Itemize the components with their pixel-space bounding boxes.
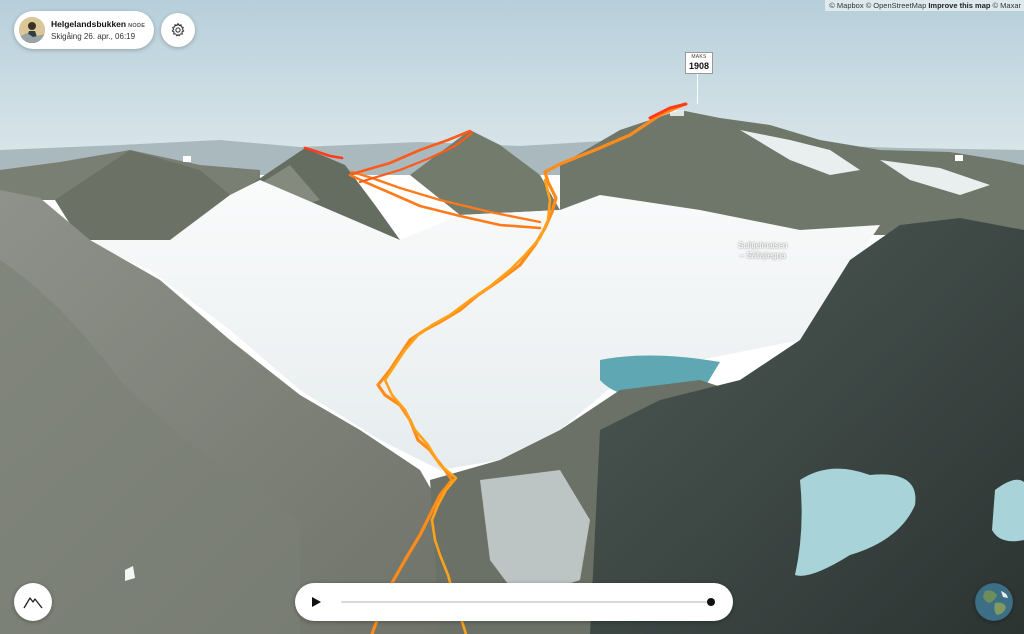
attribution-osm[interactable]: © OpenStreetMap	[866, 1, 927, 10]
glacier-place-label: Sulitjelmaisen – Sállajiegŋa	[738, 241, 788, 260]
activity-title: Helgelandsbukken NODE	[51, 19, 146, 29]
peak-max-marker[interactable]: MAKS 1908	[685, 52, 713, 74]
activity-card[interactable]: Helgelandsbukken NODE Skigåing 26. apr., …	[14, 11, 154, 49]
peak-max-value: 1908	[688, 61, 710, 71]
globe-button[interactable]	[975, 583, 1013, 621]
playback-track[interactable]	[341, 601, 711, 603]
playback-scrubber[interactable]	[707, 598, 715, 606]
3d-terrain-map[interactable]	[0, 0, 1024, 634]
activity-subtitle: Skigåing 26. apr., 06:19	[51, 32, 136, 41]
attribution-mapbox[interactable]: © Mapbox	[829, 1, 863, 10]
node-badge: NODE	[128, 23, 146, 29]
mountain-photo-avatar	[19, 17, 45, 43]
elevation-profile-icon	[23, 597, 43, 609]
play-icon[interactable]	[309, 595, 323, 609]
peak-marker-pole	[697, 74, 698, 104]
peak-max-label: MAKS	[691, 54, 707, 60]
attribution-maxar[interactable]: © Maxar	[993, 1, 1021, 10]
settings-button[interactable]	[161, 13, 195, 47]
globe-icon	[975, 583, 1013, 621]
gear-icon	[171, 22, 185, 37]
map-attribution: © Mapbox © OpenStreetMap Improve this ma…	[825, 0, 1024, 11]
improve-map-link[interactable]: Improve this map	[928, 1, 990, 10]
elevation-profile-button[interactable]	[14, 583, 52, 621]
playback-bar	[295, 583, 733, 621]
